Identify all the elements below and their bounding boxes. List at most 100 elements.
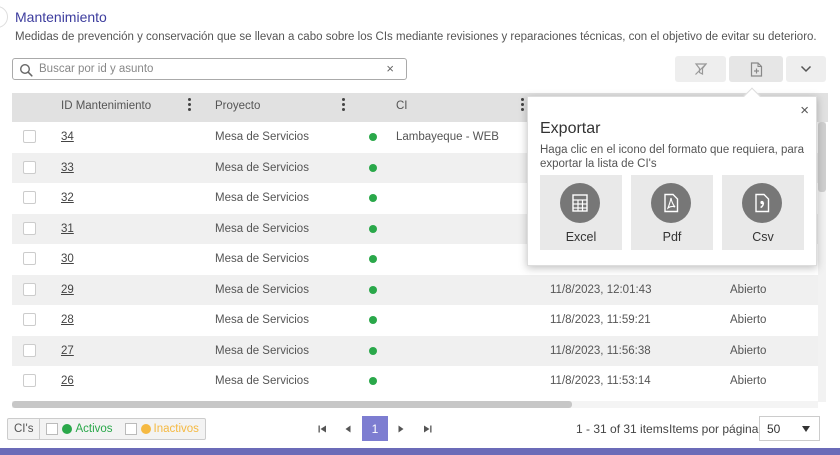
status-dot-icon bbox=[369, 346, 377, 355]
column-header-project[interactable]: Proyecto bbox=[215, 100, 260, 112]
maintenance-id-link[interactable]: 33 bbox=[61, 162, 74, 174]
maintenance-id-link[interactable]: 29 bbox=[61, 284, 74, 296]
close-icon[interactable]: × bbox=[800, 102, 809, 119]
items-per-page-label: Items por página bbox=[669, 422, 759, 436]
export-csv-button[interactable]: Csv bbox=[722, 175, 804, 250]
items-per-page-select[interactable]: 50 bbox=[759, 416, 820, 441]
row-checkbox[interactable] bbox=[23, 160, 36, 174]
row-checkbox[interactable] bbox=[23, 191, 36, 204]
popover-description: Haga clic en el icono del formato que re… bbox=[540, 144, 805, 170]
next-page-button[interactable] bbox=[392, 419, 410, 439]
ci-cell: Lambayeque - WEB bbox=[396, 131, 499, 143]
project-cell: Mesa de Servicios bbox=[215, 253, 309, 265]
clear-search-icon[interactable]: × bbox=[386, 61, 394, 76]
search-input[interactable] bbox=[39, 60, 379, 78]
page-description: Medidas de prevención y conservación que… bbox=[15, 31, 817, 43]
spreadsheet-icon bbox=[560, 183, 600, 223]
bottom-bar bbox=[0, 448, 840, 455]
table-row[interactable]: 26 Mesa de Servicios 11/8/2023, 11:53:14… bbox=[12, 366, 818, 397]
horizontal-scrollbar[interactable] bbox=[12, 401, 818, 408]
table-row[interactable]: 29 Mesa de Servicios 11/8/2023, 12:01:43… bbox=[12, 274, 818, 305]
status-dot-icon bbox=[369, 163, 377, 172]
maintenance-id-link[interactable]: 34 bbox=[61, 131, 74, 143]
export-option-label: Excel bbox=[565, 230, 597, 244]
column-menu-icon[interactable] bbox=[340, 98, 346, 114]
column-menu-icon[interactable] bbox=[519, 98, 525, 114]
previous-page-button[interactable] bbox=[339, 419, 357, 439]
row-checkbox[interactable] bbox=[23, 282, 36, 296]
more-options-button[interactable] bbox=[786, 56, 826, 82]
active-filter-checkbox[interactable] bbox=[46, 423, 59, 435]
maintenance-id-link[interactable]: 30 bbox=[61, 253, 74, 265]
last-page-icon bbox=[423, 425, 431, 433]
vertical-scrollbar[interactable] bbox=[818, 122, 826, 402]
row-checkbox[interactable] bbox=[23, 130, 36, 143]
maintenance-id-link[interactable]: 32 bbox=[61, 192, 74, 204]
status-dot-icon bbox=[369, 316, 377, 324]
row-checkbox[interactable] bbox=[23, 343, 36, 357]
column-menu-icon[interactable] bbox=[186, 98, 192, 114]
legend-active-label: Activos bbox=[75, 423, 113, 435]
maintenance-id-link[interactable]: 26 bbox=[61, 375, 74, 387]
row-checkbox[interactable] bbox=[23, 374, 36, 387]
maintenance-id-link[interactable]: 28 bbox=[61, 314, 74, 326]
first-page-button[interactable] bbox=[313, 419, 331, 439]
column-header-id[interactable]: ID Mantenimiento bbox=[61, 100, 151, 112]
status-cell: Abierto bbox=[730, 375, 767, 387]
current-page-button[interactable]: 1 bbox=[362, 416, 388, 441]
status-cell: Abierto bbox=[730, 283, 767, 296]
scrollbar-thumb[interactable] bbox=[12, 401, 572, 408]
chevron-down-icon bbox=[800, 65, 812, 73]
inactive-dot-icon bbox=[140, 424, 151, 434]
date-cell: 11/8/2023, 11:56:38 bbox=[550, 344, 651, 357]
pdf-icon bbox=[651, 183, 691, 223]
back-button[interactable] bbox=[0, 6, 8, 28]
csv-icon bbox=[742, 183, 782, 223]
scrollbar-thumb[interactable] bbox=[818, 122, 826, 192]
project-cell: Mesa de Servicios bbox=[215, 192, 309, 204]
status-dot-icon bbox=[369, 285, 377, 294]
popover-title: Exportar bbox=[540, 120, 601, 137]
date-cell: 11/8/2023, 11:53:14 bbox=[550, 375, 651, 387]
status-dot-icon bbox=[369, 194, 377, 202]
maintenance-id-link[interactable]: 27 bbox=[61, 345, 74, 357]
column-header-ci[interactable]: CI bbox=[396, 100, 408, 112]
project-cell: Mesa de Servicios bbox=[215, 375, 309, 387]
table-row[interactable]: 27 Mesa de Servicios 11/8/2023, 11:56:38… bbox=[12, 335, 818, 366]
items-count: 1 - 31 of 31 items bbox=[576, 422, 669, 436]
next-page-icon bbox=[398, 425, 404, 433]
first-page-icon bbox=[318, 425, 326, 433]
clear-filter-button[interactable] bbox=[675, 56, 726, 82]
grid-footer: CI's Activos Inactivos 1 1 - 31 of 31 it… bbox=[0, 410, 840, 448]
legend-active[interactable]: Activos bbox=[40, 419, 118, 439]
status-dot-icon bbox=[369, 133, 377, 141]
export-file-icon bbox=[750, 61, 762, 77]
export-excel-button[interactable]: Excel bbox=[540, 175, 622, 250]
table-row[interactable]: 28 Mesa de Servicios 11/8/2023, 11:59:21… bbox=[12, 305, 818, 336]
export-pdf-button[interactable]: Pdf bbox=[631, 175, 713, 250]
maintenance-id-link[interactable]: 31 bbox=[61, 223, 74, 235]
caret-down-icon bbox=[802, 426, 810, 432]
row-checkbox[interactable] bbox=[23, 252, 36, 265]
export-button[interactable] bbox=[729, 56, 783, 82]
active-dot-icon bbox=[62, 424, 73, 434]
legend-inactive-label: Inactivos bbox=[153, 423, 199, 435]
status-cell: Abierto bbox=[730, 314, 767, 326]
project-cell: Mesa de Servicios bbox=[215, 161, 309, 174]
previous-page-icon bbox=[345, 425, 351, 433]
status-cell: Abierto bbox=[730, 344, 767, 357]
project-cell: Mesa de Servicios bbox=[215, 222, 309, 235]
inactive-filter-checkbox[interactable] bbox=[124, 423, 137, 435]
export-popover: × Exportar Haga clic en el icono del for… bbox=[527, 87, 817, 266]
search-icon bbox=[19, 63, 33, 77]
search-box: × bbox=[12, 58, 407, 80]
date-cell: 11/8/2023, 12:01:43 bbox=[550, 283, 652, 296]
last-page-button[interactable] bbox=[418, 419, 436, 439]
row-checkbox[interactable] bbox=[23, 313, 36, 326]
export-option-label: Pdf bbox=[662, 230, 682, 244]
project-cell: Mesa de Servicios bbox=[215, 314, 309, 326]
row-checkbox[interactable] bbox=[23, 221, 36, 235]
ci-legend: CI's Activos Inactivos bbox=[7, 418, 206, 440]
legend-inactive[interactable]: Inactivos bbox=[119, 419, 205, 439]
project-cell: Mesa de Servicios bbox=[215, 131, 309, 143]
